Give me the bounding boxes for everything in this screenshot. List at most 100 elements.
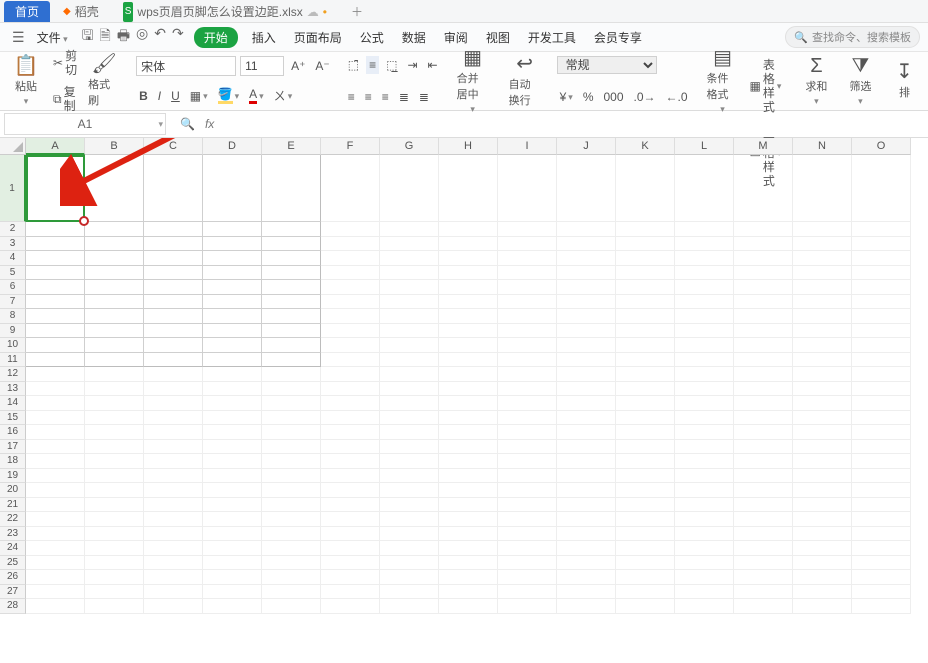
row-header-12[interactable]: 12 (0, 367, 26, 382)
col-header-K[interactable]: K (616, 138, 675, 155)
filter-button[interactable]: ⧩ 筛选 (840, 54, 880, 109)
col-header-F[interactable]: F (321, 138, 380, 155)
col-header-G[interactable]: G (380, 138, 439, 155)
menu-layout[interactable]: 页面布局 (290, 27, 346, 48)
row-header-10[interactable]: 10 (0, 338, 26, 353)
row-header-27[interactable]: 27 (0, 585, 26, 600)
border-button[interactable]: ▦ (187, 87, 211, 105)
copy-button[interactable]: ⧉复制 (50, 83, 80, 115)
menu-formula[interactable]: 公式 (356, 27, 388, 48)
row-header-13[interactable]: 13 (0, 382, 26, 397)
align-bottom-button[interactable]: ⬚̲ (383, 56, 400, 74)
save-icon[interactable]: 🖫 (82, 25, 94, 49)
col-header-B[interactable]: B (85, 138, 144, 155)
sum-button[interactable]: Σ 求和 (796, 54, 836, 109)
row-header-14[interactable]: 14 (0, 396, 26, 411)
print-preview-icon[interactable]: ◎ (136, 25, 148, 49)
fill-color-button[interactable]: 🪣 (215, 85, 242, 106)
align-center-button[interactable]: ≡ (362, 88, 375, 106)
col-header-M[interactable]: M (734, 138, 793, 155)
row-header-3[interactable]: 3 (0, 237, 26, 252)
col-header-J[interactable]: J (557, 138, 616, 155)
row-header-21[interactable]: 21 (0, 498, 26, 513)
row-header-15[interactable]: 15 (0, 411, 26, 426)
menu-review[interactable]: 审阅 (440, 27, 472, 48)
command-search[interactable]: 🔍 查找命令、搜索模板 (785, 26, 920, 48)
tab-daoke[interactable]: ◆ 稻壳 (52, 1, 110, 22)
col-header-D[interactable]: D (203, 138, 262, 155)
new-tab-button[interactable]: ＋ (340, 1, 382, 22)
row-header-8[interactable]: 8 (0, 309, 26, 324)
save-as-icon[interactable]: 🗎 (100, 25, 111, 49)
menu-dev[interactable]: 开发工具 (524, 27, 580, 48)
decrease-indent-button[interactable]: ⇤ (425, 56, 441, 74)
wrap-text-button[interactable]: ↩ 自动换行 (505, 52, 545, 110)
decrease-decimal-button[interactable]: ←.0 (663, 88, 691, 106)
distribute-button[interactable]: ≣ (416, 88, 432, 106)
col-header-I[interactable]: I (498, 138, 557, 155)
row-header-22[interactable]: 22 (0, 512, 26, 527)
row-header-17[interactable]: 17 (0, 440, 26, 455)
justify-button[interactable]: ≣ (396, 88, 412, 106)
phonetic-button[interactable]: ㄨ (271, 87, 296, 105)
sort-button[interactable]: ↧ 排 (884, 60, 924, 102)
row-header-20[interactable]: 20 (0, 483, 26, 498)
menu-start[interactable]: 开始 (194, 27, 238, 48)
table-style-button[interactable]: ▦表格样式 (747, 56, 785, 116)
row-header-6[interactable]: 6 (0, 280, 26, 295)
align-right-button[interactable]: ≡ (379, 88, 392, 106)
row-header-23[interactable]: 23 (0, 527, 26, 542)
col-header-N[interactable]: N (793, 138, 852, 155)
row-header-1[interactable]: 1 (0, 155, 26, 222)
cells-area[interactable] (26, 155, 911, 614)
bold-button[interactable]: B (136, 87, 151, 105)
row-header-25[interactable]: 25 (0, 556, 26, 571)
font-name-input[interactable] (136, 56, 236, 76)
align-middle-button[interactable]: ≡ (366, 56, 379, 74)
col-header-L[interactable]: L (675, 138, 734, 155)
file-menu[interactable]: 文件 (33, 29, 72, 46)
increase-font-button[interactable]: A⁺ (288, 57, 308, 75)
col-header-H[interactable]: H (439, 138, 498, 155)
currency-button[interactable]: ¥ (557, 88, 576, 106)
font-color-button[interactable]: A (246, 85, 267, 106)
fill-handle[interactable] (79, 216, 89, 226)
row-header-2[interactable]: 2 (0, 222, 26, 237)
fx-icon[interactable]: fx (205, 117, 214, 131)
tab-home[interactable]: 首页 (4, 1, 50, 22)
comma-button[interactable]: 000 (600, 88, 626, 106)
conditional-format-button[interactable]: ▤ 条件格式 (703, 56, 743, 106)
merge-center-button[interactable]: ▦ 合并居中 (453, 46, 493, 117)
select-all-corner[interactable] (0, 138, 26, 155)
row-header-19[interactable]: 19 (0, 469, 26, 484)
menu-member[interactable]: 会员专享 (590, 27, 646, 48)
row-header-11[interactable]: 11 (0, 353, 26, 368)
paste-button[interactable]: 📋 粘贴 (6, 54, 46, 109)
align-left-button[interactable]: ≡ (345, 88, 358, 106)
row-header-24[interactable]: 24 (0, 541, 26, 556)
cut-button[interactable]: ✂剪切 (50, 47, 80, 79)
col-header-C[interactable]: C (144, 138, 203, 155)
align-top-button[interactable]: ⬚̄ (345, 56, 362, 74)
row-header-4[interactable]: 4 (0, 251, 26, 266)
italic-button[interactable]: I (155, 87, 164, 105)
decrease-font-button[interactable]: A⁻ (312, 57, 332, 75)
menu-view[interactable]: 视图 (482, 27, 514, 48)
percent-button[interactable]: % (580, 88, 597, 106)
col-header-E[interactable]: E (262, 138, 321, 155)
increase-indent-button[interactable]: ⇥ (404, 56, 420, 74)
font-size-input[interactable] (240, 56, 284, 76)
undo-icon[interactable]: ↶ (154, 25, 166, 49)
col-header-A[interactable]: A (26, 138, 85, 155)
format-painter-button[interactable]: 🖌 格式刷 (84, 52, 124, 110)
menu-data[interactable]: 数据 (398, 27, 430, 48)
underline-button[interactable]: U (168, 87, 183, 105)
zoom-lens-icon[interactable]: 🔍 (180, 117, 195, 131)
menu-insert[interactable]: 插入 (248, 27, 280, 48)
print-icon[interactable]: 🖶 (117, 25, 130, 49)
row-header-7[interactable]: 7 (0, 295, 26, 310)
row-header-5[interactable]: 5 (0, 266, 26, 281)
row-header-16[interactable]: 16 (0, 425, 26, 440)
tab-workbook[interactable]: S wps页眉页脚怎么设置边距.xlsx ☁ • (112, 1, 338, 22)
row-header-26[interactable]: 26 (0, 570, 26, 585)
